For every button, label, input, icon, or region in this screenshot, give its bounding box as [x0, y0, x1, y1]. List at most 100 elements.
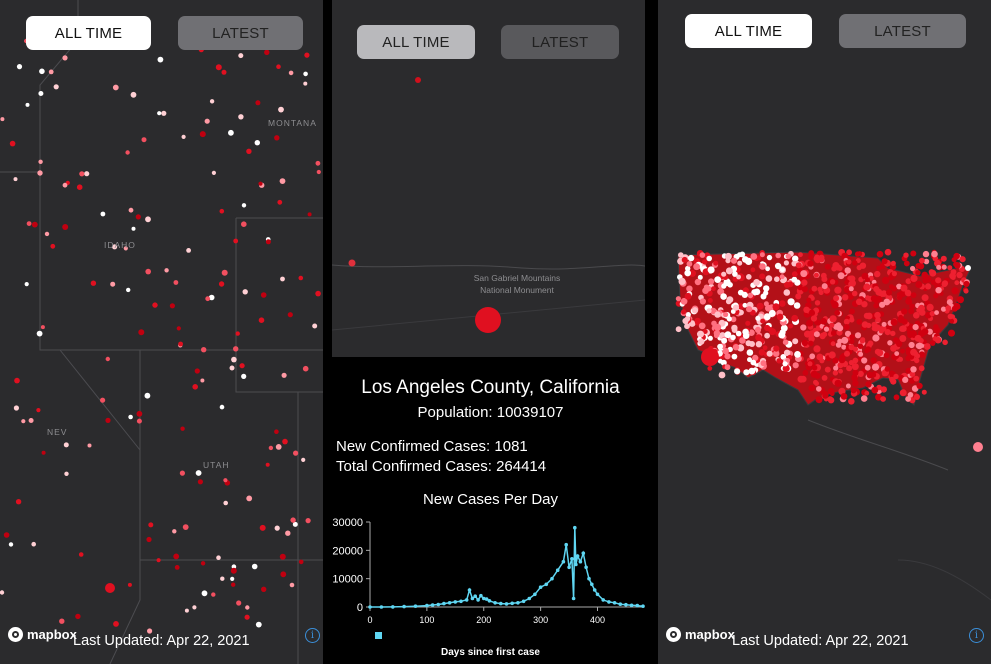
- map-panel-west[interactable]: IDAHO MONTANA NEV UTAH ALL TIME LATEST m…: [0, 0, 323, 664]
- case-dot: [48, 69, 54, 75]
- case-dot: [766, 254, 773, 261]
- info-icon[interactable]: i: [969, 628, 984, 643]
- case-dot: [235, 331, 240, 336]
- case-dot: [823, 326, 830, 332]
- case-dot: [218, 281, 225, 287]
- chart-title: New Cases Per Day: [422, 491, 559, 508]
- case-dot: [748, 367, 756, 375]
- case-dot: [921, 389, 927, 395]
- case-dot: [887, 340, 893, 346]
- info-icon[interactable]: i: [305, 628, 320, 643]
- data-point: [493, 601, 497, 605]
- case-dot: [916, 342, 923, 350]
- case-dot: [8, 542, 14, 547]
- case-dot: [246, 495, 253, 502]
- x-tick-label: 300: [533, 615, 548, 625]
- case-dot: [699, 252, 706, 258]
- data-point: [504, 602, 509, 606]
- case-dot: [0, 590, 5, 595]
- case-dot: [782, 339, 789, 346]
- case-dot: [899, 325, 907, 332]
- case-dot: [797, 284, 803, 291]
- case-dot: [890, 318, 898, 326]
- case-dot: [829, 315, 837, 323]
- case-dot: [289, 582, 295, 588]
- tab-latest[interactable]: LATEST: [839, 14, 966, 48]
- case-dot: [157, 56, 164, 63]
- case-dot: [750, 359, 757, 366]
- case-dot: [871, 372, 877, 378]
- case-dot: [238, 53, 244, 59]
- case-dot: [105, 417, 111, 423]
- case-dot: [681, 256, 688, 263]
- case-dot: [241, 203, 247, 208]
- case-dot: [110, 281, 116, 287]
- case-dot: [851, 363, 859, 371]
- case-dot: [783, 289, 791, 296]
- case-dot: [914, 357, 920, 364]
- case-dot: [800, 324, 807, 331]
- case-dot: [736, 274, 741, 280]
- map-socal[interactable]: San Gabriel Mountains National Monument …: [332, 0, 645, 357]
- case-dot: [50, 243, 56, 249]
- case-dot: [891, 271, 897, 277]
- case-dot: [62, 224, 69, 230]
- case-dot: [838, 356, 846, 364]
- case-dot: [293, 450, 299, 456]
- case-dot: [929, 310, 935, 317]
- case-dot: [913, 393, 920, 400]
- case-dot: [13, 405, 19, 411]
- mapbox-logo[interactable]: mapbox: [8, 627, 77, 642]
- case-dot: [277, 199, 283, 205]
- case-dot: [779, 300, 786, 307]
- case-dot: [731, 353, 738, 360]
- case-dot: [53, 84, 59, 90]
- case-dot: [758, 349, 766, 356]
- case-dot: [888, 284, 894, 290]
- map-label-idaho: IDAHO: [104, 240, 136, 250]
- data-point: [607, 600, 611, 604]
- case-dot: [910, 348, 918, 356]
- case-dot: [221, 269, 228, 276]
- case-dot: [282, 438, 288, 445]
- case-dot: [845, 383, 851, 389]
- case-dot: [278, 106, 284, 113]
- case-dot: [26, 221, 32, 227]
- case-dot: [724, 331, 732, 339]
- map-panel-usa[interactable]: ALL TIME LATEST mapbox Last Updated: Apr…: [658, 0, 991, 664]
- case-dot: [180, 426, 185, 431]
- case-dot: [238, 114, 244, 120]
- case-dot: [829, 391, 835, 397]
- case-dot: [745, 340, 752, 347]
- mapbox-logo[interactable]: mapbox: [666, 627, 735, 642]
- case-dot: [910, 250, 917, 257]
- case-dot: [861, 321, 869, 328]
- map-usa[interactable]: [658, 0, 991, 664]
- case-dot: [794, 351, 801, 358]
- case-dot: [125, 150, 130, 155]
- tab-all-time[interactable]: ALL TIME: [685, 14, 812, 48]
- case-dot: [926, 303, 934, 311]
- case-dot: [965, 265, 971, 271]
- case-dot: [921, 294, 929, 302]
- case-dot: [808, 384, 816, 392]
- data-point: [581, 551, 586, 555]
- case-dot: [956, 296, 964, 304]
- tab-all-time[interactable]: ALL TIME: [26, 16, 151, 50]
- case-dot: [901, 308, 908, 315]
- map-west-states[interactable]: [0, 0, 323, 664]
- case-dot: [223, 478, 228, 483]
- case-dot: [855, 298, 863, 306]
- case-dot: [882, 276, 890, 284]
- case-dot: [902, 376, 909, 383]
- tab-latest[interactable]: LATEST: [178, 16, 303, 50]
- tab-all-time[interactable]: ALL TIME: [357, 25, 475, 59]
- case-dot: [315, 290, 321, 297]
- tab-latest[interactable]: LATEST: [501, 25, 619, 59]
- last-updated-text: Last Updated: Apr 22, 2021: [73, 633, 250, 649]
- case-dot: [922, 250, 930, 258]
- case-dot: [814, 300, 821, 306]
- data-point: [499, 601, 503, 606]
- case-dot: [128, 207, 134, 213]
- case-dot: [803, 306, 810, 313]
